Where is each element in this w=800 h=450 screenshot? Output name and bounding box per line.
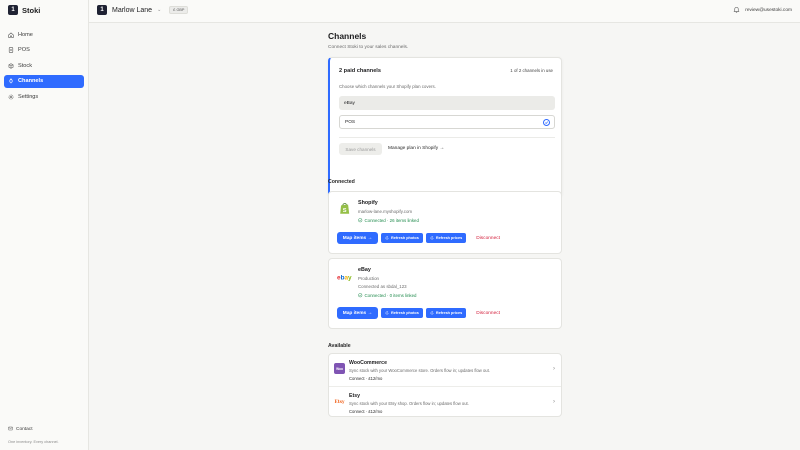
- contact-label: Contact: [16, 427, 33, 432]
- channel-domain: marlow-lane.myshopify.com: [358, 209, 413, 214]
- channel-name: eBay: [358, 267, 371, 273]
- refresh-photos-button[interactable]: Refresh photos: [381, 308, 423, 318]
- connected-card-ebay: ebay eBay Production Connected as sbdal_…: [328, 258, 562, 329]
- gear-icon: [8, 94, 14, 100]
- sidebar-item-settings[interactable]: Settings: [4, 90, 84, 103]
- channel-option-pos[interactable]: POS: [339, 115, 555, 129]
- refresh-icon: [430, 235, 434, 241]
- available-price: Connect · £12/mo: [349, 409, 383, 414]
- check-circle-icon: [543, 119, 550, 126]
- sidebar-item-label: Stock: [18, 62, 32, 69]
- currency-badge: £ GBP: [169, 6, 189, 14]
- check-circle-icon: [358, 293, 363, 299]
- sidebar-item-stock[interactable]: Stock: [4, 59, 84, 72]
- refresh-photos-button[interactable]: Refresh photos: [381, 233, 423, 243]
- map-items-button[interactable]: Map items →: [337, 307, 378, 319]
- brand[interactable]: 1 Stoki: [8, 5, 40, 15]
- available-channels-list: Woo WooCommerce Sync stock with your Woo…: [328, 353, 562, 417]
- channel-name: Shopify: [358, 200, 378, 206]
- topbar: 1 Marlow Lane ⌄ £ GBP review@usestoki.co…: [89, 0, 800, 23]
- svg-text:ebay: ebay: [337, 274, 352, 281]
- channel-option-label: eBay: [344, 100, 355, 106]
- available-name: Etsy: [349, 393, 360, 399]
- map-items-button[interactable]: Map items →: [337, 232, 378, 244]
- main-content: Channels Connect Stoki to your sales cha…: [328, 31, 562, 417]
- divider: [339, 137, 555, 138]
- available-description: Sync stock with your Etsy shop. Orders f…: [349, 401, 469, 406]
- disconnect-button[interactable]: Disconnect: [476, 311, 500, 316]
- bell-icon[interactable]: [733, 6, 740, 15]
- box-icon: [8, 63, 14, 69]
- refresh-photos-label: Refresh photos: [391, 236, 419, 240]
- available-name: WooCommerce: [349, 360, 387, 366]
- refresh-photos-label: Refresh photos: [391, 311, 419, 315]
- brand-logo-icon: 1: [8, 5, 18, 15]
- chevron-down-icon: ⌄: [157, 7, 162, 13]
- shopify-logo-icon: S: [337, 200, 353, 216]
- sidebar-footer: Contact One inventory. Every channel.: [8, 426, 84, 444]
- plan-usage-count: 1 of 2 channels in use: [510, 68, 553, 73]
- sidebar-item-home[interactable]: Home: [4, 28, 84, 41]
- save-channels-button[interactable]: Save channels: [339, 143, 382, 155]
- channel-option-label: POS: [345, 119, 356, 125]
- refresh-prices-button[interactable]: Refresh prices: [425, 308, 467, 318]
- mail-icon: [8, 426, 13, 433]
- connected-card-shopify: S Shopify marlow-lane.myshopify.com Conn…: [328, 191, 562, 254]
- plug-icon: [8, 78, 14, 84]
- sidebar-item-label: Settings: [18, 93, 39, 100]
- plan-card: 2 paid channels 1 of 2 channels in use C…: [328, 57, 562, 197]
- channel-status: Connected · 0 items linked: [358, 293, 416, 299]
- action-row: Map items → Refresh photos Refresh price…: [337, 307, 500, 319]
- etsy-logo-icon: Etsy: [334, 399, 345, 404]
- contact-link[interactable]: Contact: [8, 426, 84, 433]
- user-email[interactable]: review@usestoki.com: [745, 8, 792, 13]
- refresh-icon: [385, 310, 389, 316]
- available-description: Sync stock with your WooCommerce store. …: [349, 368, 490, 373]
- home-icon: [8, 32, 14, 38]
- channel-account: Connected as sbdal_123: [358, 284, 407, 289]
- refresh-prices-label: Refresh prices: [435, 236, 463, 240]
- chevron-right-icon: ›: [553, 399, 555, 405]
- tagline: One inventory. Every channel.: [8, 440, 59, 444]
- channel-option-ebay[interactable]: eBay: [339, 96, 555, 110]
- status-text: Connected · 0 items linked: [364, 293, 417, 299]
- connected-section-label: Connected: [328, 179, 355, 185]
- status-text: Connected · 26 items linked: [364, 218, 419, 224]
- page-subtitle: Connect Stoki to your sales channels.: [328, 45, 409, 50]
- check-circle-icon: [358, 218, 363, 224]
- sidebar-nav: Home POS Stock Channels Settings: [4, 28, 84, 106]
- refresh-icon: [385, 235, 389, 241]
- channel-environment: Production: [358, 276, 379, 281]
- store-switcher[interactable]: 1 Marlow Lane ⌄ £ GBP: [97, 5, 189, 15]
- chevron-right-icon: ›: [553, 366, 555, 372]
- sidebar-item-label: Channels: [18, 78, 44, 85]
- brand-name: Stoki: [22, 5, 41, 15]
- sidebar-item-label: POS: [18, 47, 30, 54]
- sidebar-item-channels[interactable]: Channels: [4, 74, 84, 88]
- woocommerce-logo-icon: Woo: [334, 363, 345, 374]
- store-name: Marlow Lane: [112, 6, 153, 14]
- ebay-logo-icon: ebay: [337, 269, 353, 285]
- sidebar-item-pos[interactable]: POS: [4, 44, 84, 57]
- svg-text:S: S: [343, 208, 347, 214]
- available-item-etsy[interactable]: Etsy Etsy Sync stock with your Etsy shop…: [329, 386, 561, 418]
- channel-status: Connected · 26 items linked: [358, 218, 419, 224]
- available-price: Connect · £12/mo: [349, 376, 383, 381]
- sidebar-item-label: Home: [18, 31, 33, 38]
- available-section-label: Available: [328, 343, 351, 349]
- plan-heading: 2 paid channels: [339, 68, 381, 74]
- store-logo-icon: 1: [97, 5, 107, 15]
- refresh-icon: [430, 310, 434, 316]
- disconnect-button[interactable]: Disconnect: [476, 236, 500, 241]
- receipt-icon: [8, 47, 14, 53]
- refresh-prices-label: Refresh prices: [435, 311, 463, 315]
- manage-plan-link[interactable]: Manage plan in Shopify →: [388, 146, 444, 151]
- action-row: Map items → Refresh photos Refresh price…: [337, 232, 500, 244]
- page-title: Channels: [328, 31, 367, 41]
- plan-description: Choose which channels your Shopify plan …: [339, 84, 436, 89]
- sidebar: 1 Stoki Home POS Stock Channels Settings…: [0, 0, 89, 450]
- available-item-woocommerce[interactable]: Woo WooCommerce Sync stock with your Woo…: [329, 354, 561, 386]
- topbar-right: review@usestoki.com: [733, 6, 792, 15]
- refresh-prices-button[interactable]: Refresh prices: [425, 233, 467, 243]
